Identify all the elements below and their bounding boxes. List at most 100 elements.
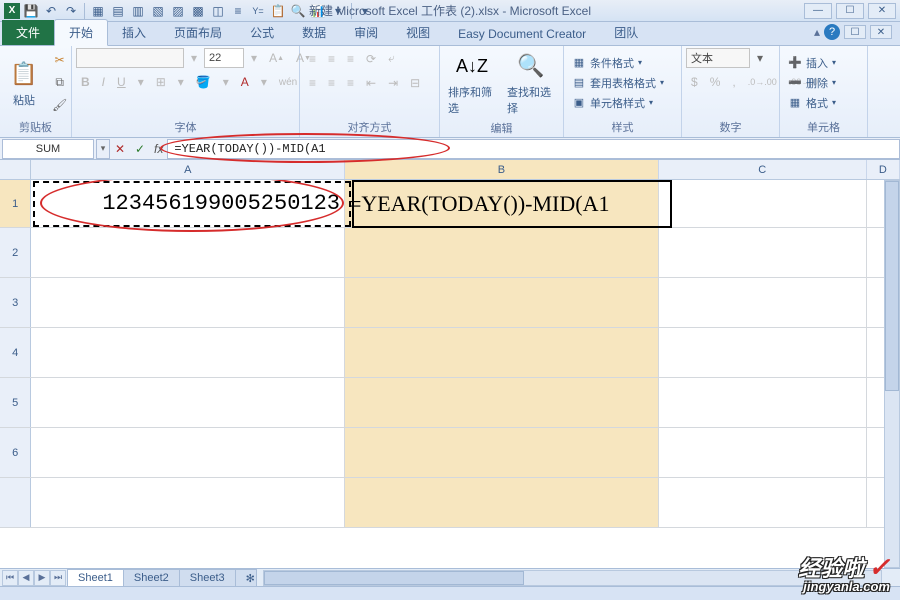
minimize-button[interactable]: — <box>804 3 832 19</box>
horizontal-scroll-thumb[interactable] <box>264 571 524 585</box>
align-right-icon[interactable]: ≡ <box>342 73 359 93</box>
vertical-scroll-thumb[interactable] <box>885 181 899 391</box>
comma-icon[interactable]: , <box>727 72 740 92</box>
tab-nav-prev-icon[interactable]: ◀ <box>18 570 34 586</box>
col-header-c[interactable]: C <box>659 160 867 179</box>
col-header-d[interactable]: D <box>867 160 900 179</box>
cut-icon[interactable]: ✂ <box>47 50 72 70</box>
font-name-dropdown-icon[interactable]: ▾ <box>186 48 202 68</box>
qat-custom-7[interactable]: ◫ <box>209 2 227 20</box>
tab-insert[interactable]: 插入 <box>108 20 160 45</box>
cell-b6[interactable] <box>345 428 659 477</box>
formula-input[interactable] <box>167 139 900 159</box>
fx-icon[interactable]: fx <box>150 142 167 156</box>
qat-custom-3[interactable]: ▥ <box>129 2 147 20</box>
row-header-2[interactable]: 2 <box>0 228 31 277</box>
phonetic-icon[interactable]: wén <box>274 74 302 91</box>
name-box-dropdown-icon[interactable]: ▾ <box>96 139 110 159</box>
fill-color-icon[interactable]: 🪣 <box>191 72 216 92</box>
qat-custom-6[interactable]: ▩ <box>189 2 207 20</box>
format-cells-button[interactable]: ▦格式▾ <box>784 94 840 112</box>
currency-icon[interactable]: $ <box>686 72 703 92</box>
qat-custom-5[interactable]: ▨ <box>169 2 187 20</box>
merge-icon[interactable]: ⊟ <box>405 73 425 93</box>
close-button[interactable]: ✕ <box>868 3 896 19</box>
font-color-icon[interactable]: A <box>236 72 254 92</box>
row-header-7[interactable] <box>0 478 31 527</box>
col-header-b[interactable]: B <box>345 160 659 179</box>
percent-icon[interactable]: % <box>705 72 726 92</box>
help-icon[interactable]: ? <box>824 24 840 40</box>
tab-data[interactable]: 数据 <box>288 20 340 45</box>
underline-button[interactable]: U <box>112 72 131 92</box>
cell-c6[interactable] <box>659 428 867 477</box>
cell-c2[interactable] <box>659 228 867 277</box>
file-tab[interactable]: 文件 <box>2 20 54 45</box>
insert-cells-button[interactable]: ➕插入▾ <box>784 54 840 72</box>
tab-page-layout[interactable]: 页面布局 <box>160 20 236 45</box>
row-header-6[interactable]: 6 <box>0 428 31 477</box>
fill-dropdown-icon[interactable]: ▾ <box>218 72 234 92</box>
wrap-text-icon[interactable]: ⤶ <box>383 48 400 69</box>
window-close-child[interactable]: ✕ <box>870 25 892 39</box>
sheet-tab-1[interactable]: Sheet1 <box>67 569 124 586</box>
cell-style-button[interactable]: ▣单元格样式▾ <box>568 94 668 112</box>
maximize-button[interactable]: ☐ <box>836 3 864 19</box>
format-painter-icon[interactable]: 🖌 <box>47 95 72 115</box>
border-dropdown-icon[interactable]: ▾ <box>173 72 189 92</box>
orientation-icon[interactable]: ⟳ <box>361 49 381 69</box>
italic-button[interactable]: I <box>97 72 110 92</box>
tab-nav-last-icon[interactable]: ⏭ <box>50 570 66 586</box>
ribbon-minimize-icon[interactable]: ▴ <box>814 25 820 39</box>
tab-team[interactable]: 团队 <box>600 20 652 45</box>
font-size-dropdown-icon[interactable]: ▾ <box>246 48 262 68</box>
qat-custom-1[interactable]: ▦ <box>89 2 107 20</box>
cell-b4[interactable] <box>345 328 659 377</box>
cell-c5[interactable] <box>659 378 867 427</box>
sheet-tab-3[interactable]: Sheet3 <box>179 569 236 586</box>
undo-icon[interactable]: ↶ <box>42 2 60 20</box>
increase-font-icon[interactable]: A▲ <box>264 48 289 68</box>
col-header-a[interactable]: A <box>31 160 345 179</box>
cell-b5[interactable] <box>345 378 659 427</box>
font-name-input[interactable] <box>76 48 184 68</box>
align-left-icon[interactable]: ≡ <box>304 73 321 93</box>
conditional-format-button[interactable]: ▦条件格式▾ <box>568 54 668 72</box>
border-icon[interactable]: ⊞ <box>151 72 171 92</box>
font-size-input[interactable] <box>204 48 244 68</box>
qat-custom-9[interactable]: Y= <box>249 2 267 20</box>
row-header-1[interactable]: 1 <box>0 180 31 227</box>
copy-icon[interactable]: ⧉ <box>47 72 72 93</box>
cell-c1[interactable] <box>659 180 867 227</box>
name-box[interactable] <box>2 139 94 159</box>
increase-indent-icon[interactable]: ⇥ <box>383 73 403 93</box>
cell-a4[interactable] <box>31 328 345 377</box>
new-sheet-button[interactable]: ✻ <box>235 569 257 587</box>
tab-nav-first-icon[interactable]: ⏮ <box>2 570 18 586</box>
horizontal-scrollbar[interactable] <box>263 570 882 586</box>
cell-b3[interactable] <box>345 278 659 327</box>
redo-icon[interactable]: ↷ <box>62 2 80 20</box>
table-format-button[interactable]: ▤套用表格格式▾ <box>568 74 668 92</box>
font-color-dropdown-icon[interactable]: ▾ <box>256 72 272 92</box>
sheet-tab-2[interactable]: Sheet2 <box>123 569 180 586</box>
find-select-button[interactable]: 🔍 查找和选择 <box>503 48 559 118</box>
confirm-entry-button[interactable]: ✓ <box>130 140 150 158</box>
cell-a3[interactable] <box>31 278 345 327</box>
number-format-dropdown-icon[interactable]: ▾ <box>752 48 768 68</box>
cancel-entry-button[interactable]: ✕ <box>110 140 130 158</box>
cell-b1[interactable]: =YEAR(TODAY())-MID(A1 <box>345 180 659 227</box>
qat-custom-10[interactable]: 📋 <box>269 2 287 20</box>
number-format-input[interactable] <box>686 48 750 68</box>
row-header-4[interactable]: 4 <box>0 328 31 377</box>
cell-b2[interactable] <box>345 228 659 277</box>
sort-filter-button[interactable]: A↓Z 排序和筛选 <box>444 48 500 118</box>
select-all-corner[interactable] <box>0 160 31 179</box>
paste-button[interactable]: 📋 粘贴 <box>4 56 44 110</box>
tab-formulas[interactable]: 公式 <box>236 20 288 45</box>
tab-home[interactable]: 开始 <box>54 19 108 46</box>
align-bottom-icon[interactable]: ≡ <box>342 49 359 69</box>
grid[interactable]: MID(text, start_num, num_chars) 1 123456… <box>0 180 900 554</box>
increase-decimal-icon[interactable]: .0→.00 <box>743 74 782 90</box>
align-top-icon[interactable]: ≡ <box>304 49 321 69</box>
